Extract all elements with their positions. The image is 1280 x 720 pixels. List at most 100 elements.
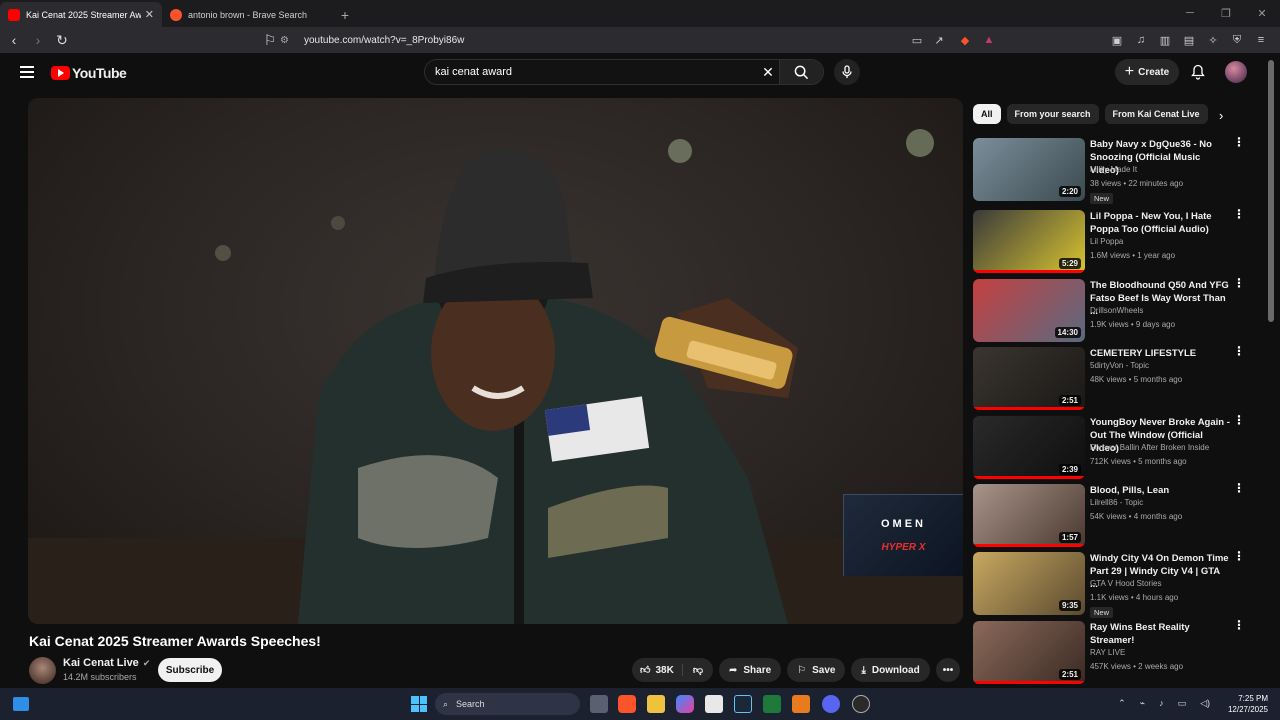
- recommendation-title[interactable]: CEMETERY LIFESTYLE: [1090, 347, 1230, 360]
- chip-from-channel[interactable]: From Kai Cenat Live: [1104, 104, 1208, 124]
- notifications-bell-icon[interactable]: [1188, 62, 1208, 82]
- tab-youtube[interactable]: Kai Cenat 2025 Streamer Aw ✕: [0, 2, 162, 27]
- leo-ai-icon[interactable]: ✧: [1204, 31, 1222, 49]
- more-options-icon[interactable]: ⋮: [1233, 277, 1245, 289]
- cast-icon[interactable]: ▭: [908, 31, 926, 49]
- display-icon[interactable]: ▭: [1178, 698, 1187, 709]
- more-options-icon[interactable]: ⋮: [1233, 208, 1245, 220]
- search-input[interactable]: kai cenat award: [425, 60, 757, 84]
- windows-start-icon[interactable]: [411, 696, 427, 712]
- steam-icon[interactable]: [734, 695, 752, 713]
- close-tab-icon[interactable]: ✕: [145, 8, 154, 21]
- hamburger-menu-icon[interactable]: [20, 66, 34, 78]
- chatgpt-icon[interactable]: [852, 695, 870, 713]
- forward-icon[interactable]: ›: [28, 30, 48, 50]
- chevron-up-icon[interactable]: ⌃: [1118, 698, 1126, 709]
- file-explorer-icon[interactable]: [647, 695, 665, 713]
- new-tab-button[interactable]: +: [332, 2, 358, 27]
- brave-shields-icon[interactable]: ◆: [956, 31, 974, 49]
- tab-brave-search[interactable]: antonio brown - Brave Search: [162, 2, 332, 27]
- recommendation-item[interactable]: 1:57 Blood, Pills, Lean Lilrell86 - Topic 5…: [973, 482, 1263, 548]
- brave-browser-icon[interactable]: [618, 695, 636, 713]
- recommendation-title[interactable]: Lil Poppa - New You, I Hate Poppa Too (O…: [1090, 210, 1230, 236]
- clear-search-icon[interactable]: ✕: [757, 60, 779, 84]
- sidebar-icon[interactable]: ▥: [1156, 31, 1174, 49]
- recommendation-channel[interactable]: Milky Made It: [1090, 165, 1137, 174]
- microphone-icon[interactable]: ♪: [1159, 698, 1164, 709]
- video-thumbnail[interactable]: 9:35: [973, 552, 1085, 615]
- recommendation-channel[interactable]: Lil Poppa: [1090, 237, 1123, 246]
- terminal-icon[interactable]: [763, 695, 781, 713]
- more-actions-button[interactable]: •••: [935, 658, 961, 682]
- task-view-icon[interactable]: [590, 695, 608, 713]
- network-icon[interactable]: ⌁: [1140, 698, 1145, 709]
- url-bar[interactable]: ⚙ youtube.com/watch?v=_8Probyi86w: [280, 30, 1000, 50]
- save-button[interactable]: ⚐ Save: [787, 658, 846, 682]
- recommendation-item[interactable]: 2:20 Baby Navy x DgQue36 - No Snoozing (O…: [973, 136, 1263, 204]
- account-avatar[interactable]: [1225, 61, 1247, 83]
- share-page-icon[interactable]: ↗: [930, 31, 948, 49]
- widgets-icon[interactable]: [13, 697, 29, 711]
- discord-icon[interactable]: [822, 695, 840, 713]
- chip-from-your-search[interactable]: From your search: [1006, 104, 1099, 124]
- chevron-right-icon[interactable]: ›: [1219, 108, 1223, 123]
- channel-avatar[interactable]: [29, 657, 56, 684]
- more-options-icon[interactable]: ⋮: [1233, 550, 1245, 562]
- recommendation-item[interactable]: 2:51 Ray Wins Best Reality Streamer! RAY L…: [973, 619, 1263, 685]
- recommendation-channel[interactable]: 5dirtyVon - Topic: [1090, 361, 1149, 370]
- screenshot-icon[interactable]: ▣: [1108, 31, 1126, 49]
- recommendation-channel[interactable]: GTA V Hood Stories: [1090, 579, 1161, 588]
- page-scrollbar[interactable]: [1268, 60, 1274, 322]
- share-button[interactable]: ➦ Share: [718, 658, 782, 682]
- more-options-icon[interactable]: ⋮: [1233, 414, 1245, 426]
- like-button[interactable]: 👍︎ 38K: [640, 664, 683, 676]
- video-thumbnail[interactable]: 1:57: [973, 484, 1085, 547]
- more-options-icon[interactable]: ⋮: [1233, 619, 1245, 631]
- maximize-icon[interactable]: ❐: [1208, 0, 1244, 26]
- more-options-icon[interactable]: ⋮: [1233, 136, 1245, 148]
- music-icon[interactable]: ♫: [1132, 31, 1150, 49]
- more-options-icon[interactable]: ⋮: [1233, 482, 1245, 494]
- voice-search-button[interactable]: [834, 59, 860, 85]
- recommendation-channel[interactable]: DrillsonWheels: [1090, 306, 1143, 315]
- app-icon[interactable]: [792, 695, 810, 713]
- dislike-button[interactable]: 👎︎: [683, 664, 713, 676]
- channel-name[interactable]: Kai Cenat Live ✔: [63, 657, 150, 669]
- subscribe-button[interactable]: Subscribe: [158, 658, 222, 682]
- video-thumbnail[interactable]: 14:30: [973, 279, 1085, 342]
- recommendation-item[interactable]: 2:39 YoungBoy Never Broke Again - Out The…: [973, 414, 1263, 480]
- site-info-icon[interactable]: ⚙: [280, 35, 294, 46]
- recommendation-title[interactable]: Blood, Pills, Lean: [1090, 484, 1230, 497]
- taskbar-search[interactable]: ⌕ Search: [435, 693, 580, 715]
- vpn-icon[interactable]: ⛨: [1228, 31, 1246, 49]
- search-button[interactable]: [779, 60, 823, 84]
- recommendation-channel[interactable]: RAY LIVE: [1090, 648, 1125, 657]
- wallet-icon[interactable]: ▤: [1180, 31, 1198, 49]
- volume-icon[interactable]: ◁): [1200, 698, 1210, 709]
- video-thumbnail[interactable]: 2:20: [973, 138, 1085, 201]
- close-window-icon[interactable]: ✕: [1244, 0, 1280, 26]
- video-thumbnail[interactable]: 2:51: [973, 347, 1085, 410]
- microsoft-store-icon[interactable]: [705, 695, 723, 713]
- recommendation-channel[interactable]: Lilrell86 - Topic: [1090, 498, 1143, 507]
- chip-all[interactable]: All: [973, 104, 1001, 124]
- create-button[interactable]: + Create: [1115, 59, 1179, 85]
- recommendation-item[interactable]: 9:35 Windy City V4 On Demon Time Part 29 …: [973, 550, 1263, 618]
- brave-rewards-icon[interactable]: ▲: [980, 31, 998, 49]
- video-thumbnail[interactable]: 2:51: [973, 621, 1085, 684]
- recommendation-item[interactable]: 2:51 CEMETERY LIFESTYLE 5dirtyVon - Topic 4…: [973, 345, 1263, 411]
- minimize-icon[interactable]: ─: [1172, 0, 1208, 26]
- reload-icon[interactable]: ↻: [52, 30, 72, 50]
- bookmark-icon[interactable]: ⚐: [260, 30, 280, 50]
- video-player[interactable]: OMEN HYPER X: [28, 98, 963, 624]
- copilot-icon[interactable]: [676, 695, 694, 713]
- back-icon[interactable]: ‹: [4, 30, 24, 50]
- more-options-icon[interactable]: ⋮: [1233, 345, 1245, 357]
- menu-icon[interactable]: ≡: [1252, 31, 1270, 49]
- recommendation-title[interactable]: Ray Wins Best Reality Streamer!: [1090, 621, 1230, 647]
- download-button[interactable]: ⤓ Download: [851, 658, 930, 682]
- video-thumbnail[interactable]: 5:29: [973, 210, 1085, 273]
- recommendation-channel[interactable]: Forever Ballin After Broken Inside: [1090, 443, 1209, 452]
- youtube-logo[interactable]: YouTube: [51, 65, 127, 81]
- video-thumbnail[interactable]: 2:39: [973, 416, 1085, 479]
